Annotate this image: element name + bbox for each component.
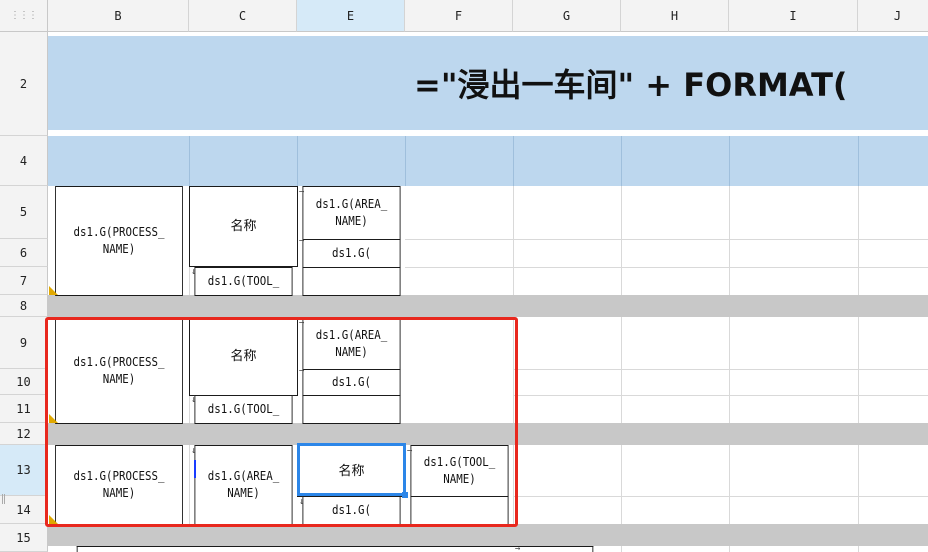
right-arrow-icon: →: [515, 544, 521, 552]
corner-marker: [49, 515, 58, 524]
tool-name-cell[interactable]: ds1.G(TOOL_ NAME): [410, 445, 509, 497]
empty-cell[interactable]: [410, 496, 509, 525]
corner-marker: [49, 414, 58, 423]
corner-marker: [49, 286, 58, 295]
ds1-g-cell[interactable]: ds1.G(: [302, 369, 401, 396]
tool-cell[interactable]: ds1.G(TOOL_: [194, 267, 293, 296]
row-header-4[interactable]: 4: [0, 136, 48, 186]
band-divider: [621, 136, 622, 186]
text-cursor: [194, 460, 196, 478]
gridline: [513, 136, 514, 552]
band-divider: [189, 136, 190, 186]
process-name-cell[interactable]: ds1.G(PROCESS_ NAME): [55, 186, 183, 296]
separator-row-8[interactable]: [48, 295, 928, 317]
gridline: [621, 136, 622, 552]
process-name-cell[interactable]: ds1.G(PROCESS_ NAME): [55, 445, 183, 525]
column-header-h[interactable]: H: [621, 0, 729, 32]
gridline: [405, 267, 928, 268]
band-divider: [405, 136, 406, 186]
ds1-g-cell[interactable]: ds1.G(: [302, 239, 401, 268]
gridline: [513, 496, 928, 497]
right-arrow-icon: →: [299, 366, 305, 376]
column-header-i[interactable]: I: [729, 0, 858, 32]
select-all-corner[interactable]: ⋮⋮⋮: [0, 0, 48, 32]
title-formula-text: ="浸出一车间" + FORMAT(: [414, 66, 848, 104]
right-arrow-icon: →: [299, 318, 305, 328]
name-label-cell[interactable]: 名称: [189, 186, 298, 267]
down-arrow-icon: ↓: [191, 395, 197, 405]
name-label-cell[interactable]: 名称: [297, 445, 406, 497]
row-header-7[interactable]: 7: [0, 267, 48, 295]
empty-cell[interactable]: [302, 267, 401, 296]
tool-cell[interactable]: ds1.G(TOOL_: [194, 395, 293, 424]
band-divider: [297, 136, 298, 186]
ds1-g-cell[interactable]: ds1.G(: [302, 496, 401, 525]
area-name-cell[interactable]: ds1.G(AREA_ NAME): [302, 186, 401, 240]
header-band-row-4[interactable]: [48, 136, 928, 186]
column-header-j[interactable]: J: [858, 0, 928, 32]
row-header-2[interactable]: 2: [0, 32, 48, 136]
column-header-c[interactable]: C: [189, 0, 297, 32]
down-arrow-icon: ↓: [191, 446, 197, 456]
row-header-6[interactable]: 6: [0, 239, 48, 267]
right-arrow-icon: →: [299, 187, 305, 197]
column-header-e[interactable]: E: [297, 0, 405, 32]
empty-cell[interactable]: [302, 395, 401, 424]
gridline: [405, 239, 928, 240]
row-header-9[interactable]: 9: [0, 317, 48, 369]
area-name-cell[interactable]: ds1.G(AREA_ NAME): [194, 445, 293, 525]
gridline: [858, 136, 859, 552]
band-divider: [858, 136, 859, 186]
column-header-f[interactable]: F: [405, 0, 513, 32]
splitter-grip-icon[interactable]: [2, 494, 5, 504]
row-header-10[interactable]: 10: [0, 369, 48, 395]
band-divider: [513, 136, 514, 186]
column-header-b[interactable]: B: [48, 0, 189, 32]
row-header-5[interactable]: 5: [0, 186, 48, 239]
band-divider: [729, 136, 730, 186]
name-label-cell[interactable]: 名称: [189, 317, 298, 396]
down-arrow-icon: ↓: [191, 267, 197, 277]
fill-handle[interactable]: [402, 492, 408, 498]
row-header-14[interactable]: 14: [0, 496, 48, 524]
gridline: [513, 395, 928, 396]
area-name-cell[interactable]: ds1.G(AREA_ NAME): [302, 317, 401, 370]
row-header-13[interactable]: 13: [0, 445, 48, 496]
down-arrow-icon: ↓: [299, 497, 305, 507]
row-header-11[interactable]: 11: [0, 395, 48, 423]
separator-row-15[interactable]: [48, 524, 928, 546]
row-header-8[interactable]: 8: [0, 295, 48, 317]
right-arrow-icon: →: [407, 446, 413, 456]
process-name-cell[interactable]: ds1.G(PROCESS_ NAME): [55, 317, 183, 424]
title-formula-cell[interactable]: ="浸出一车间" + FORMAT(: [48, 36, 928, 130]
row-header-15[interactable]: 15: [0, 524, 48, 552]
separator-row-12[interactable]: [48, 423, 928, 445]
gridline: [729, 136, 730, 552]
column-header-g[interactable]: G: [513, 0, 621, 32]
gridline: [513, 369, 928, 370]
right-arrow-icon: →: [299, 236, 305, 246]
row-header-12[interactable]: 12: [0, 423, 48, 445]
